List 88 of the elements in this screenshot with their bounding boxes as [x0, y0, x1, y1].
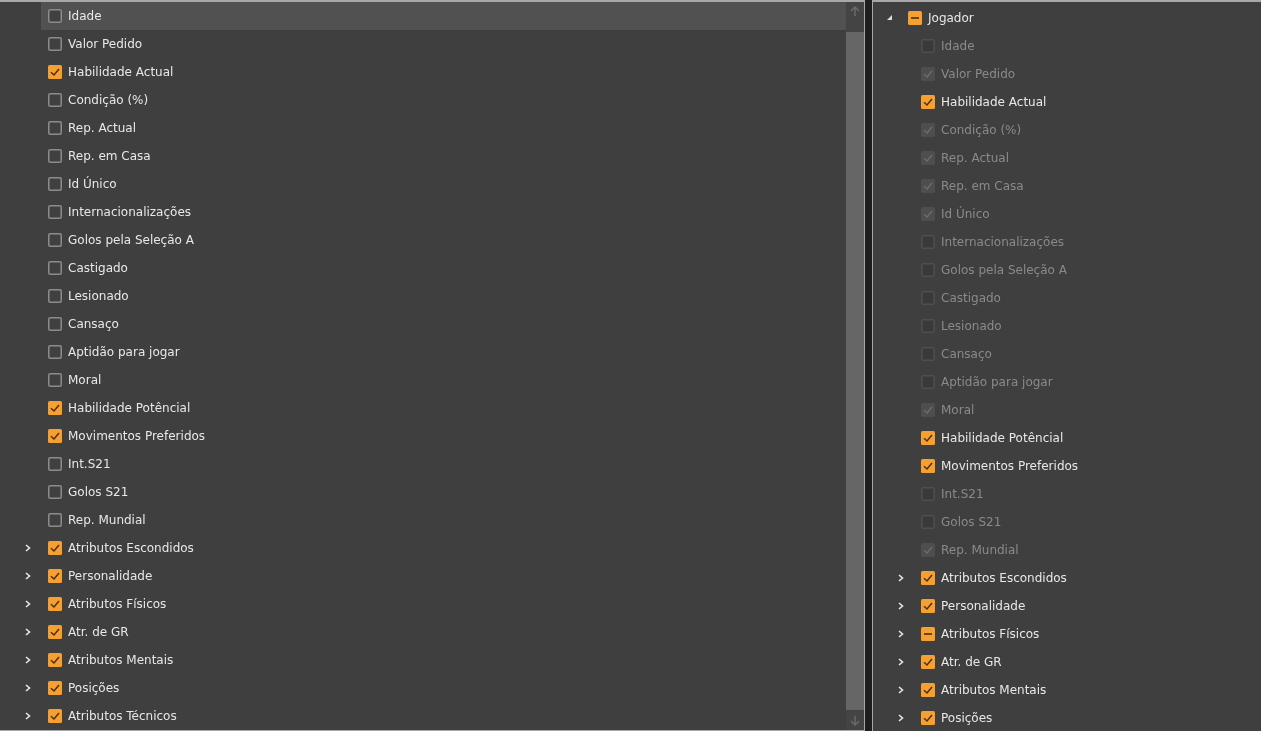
list-item[interactable]: Rep. em Casa — [41, 142, 846, 170]
checkbox[interactable] — [48, 205, 62, 219]
arrow-down-icon[interactable] — [849, 715, 861, 727]
checkbox[interactable] — [48, 317, 62, 331]
list-item[interactable]: Idade — [41, 2, 846, 30]
tree-item[interactable]: Movimentos Preferidos — [941, 459, 1079, 473]
list-item[interactable]: Atributos Técnicos — [41, 702, 846, 730]
chevron-right-icon[interactable] — [897, 686, 905, 694]
checkbox[interactable] — [908, 11, 922, 25]
list-item[interactable]: Condição (%) — [41, 86, 846, 114]
checkbox[interactable] — [48, 373, 62, 387]
checkbox[interactable] — [48, 625, 62, 639]
list-item[interactable]: Golos S21 — [41, 478, 846, 506]
checkbox[interactable] — [48, 653, 62, 667]
list-item[interactable]: Posições — [41, 674, 846, 702]
checkbox[interactable] — [48, 401, 62, 415]
checkbox[interactable] — [921, 711, 935, 725]
tree-item[interactable]: Atributos Físicos — [941, 627, 1040, 641]
list-item[interactable]: Atributos Físicos — [41, 590, 846, 618]
list-item[interactable]: Castigado — [41, 254, 846, 282]
chevron-right-icon[interactable] — [897, 714, 905, 722]
list-item[interactable]: Rep. Actual — [41, 114, 846, 142]
list-item[interactable]: Lesionado — [41, 282, 846, 310]
checkbox[interactable] — [48, 709, 62, 723]
checkbox[interactable] — [921, 683, 935, 697]
expanded-arrow-icon[interactable] — [886, 14, 894, 22]
list-item[interactable]: Internacionalizações — [41, 198, 846, 226]
checkbox[interactable] — [48, 65, 62, 79]
checkbox[interactable] — [921, 95, 935, 109]
checkbox[interactable] — [48, 345, 62, 359]
checkbox[interactable] — [48, 569, 62, 583]
checkbox[interactable] — [921, 459, 935, 473]
list-item[interactable]: Valor Pedido — [41, 30, 846, 58]
chevron-right-icon[interactable] — [24, 628, 32, 636]
chevron-right-icon[interactable] — [24, 684, 32, 692]
checkbox[interactable] — [921, 627, 935, 641]
tree-item[interactable]: Atributos Escondidos — [941, 571, 1067, 585]
list-item[interactable]: Habilidade Actual — [41, 58, 846, 86]
chevron-right-icon[interactable] — [897, 602, 905, 610]
chevron-right-icon[interactable] — [24, 544, 32, 552]
list-item[interactable]: Atr. de GR — [41, 618, 846, 646]
arrow-up-icon[interactable] — [849, 5, 861, 17]
checkbox[interactable] — [921, 571, 935, 585]
checkbox[interactable] — [48, 513, 62, 527]
list-item[interactable]: Int.S21 — [41, 450, 846, 478]
list-item[interactable]: Movimentos Preferidos — [41, 422, 846, 450]
tree-item[interactable]: Personalidade — [941, 599, 1026, 613]
chevron-right-icon[interactable] — [24, 600, 32, 608]
checkbox[interactable] — [921, 431, 935, 445]
tree-item[interactable]: Atributos Mentais — [941, 683, 1047, 697]
tree-item[interactable]: Posições — [941, 711, 993, 725]
checkbox[interactable] — [48, 93, 62, 107]
checkbox[interactable] — [48, 177, 62, 191]
checkbox[interactable] — [48, 9, 62, 23]
tree-item[interactable]: Atr. de GR — [941, 655, 1002, 669]
checkbox[interactable] — [48, 149, 62, 163]
list-item[interactable]: Cansaço — [41, 310, 846, 338]
checkbox[interactable] — [48, 485, 62, 499]
checkbox[interactable] — [48, 261, 62, 275]
chevron-right-icon[interactable] — [24, 656, 32, 664]
chevron-right-icon[interactable] — [24, 572, 32, 580]
checkbox[interactable] — [48, 233, 62, 247]
list-item[interactable]: Habilidade Potêncial — [41, 394, 846, 422]
chevron-right-icon[interactable] — [897, 630, 905, 638]
checkbox[interactable] — [48, 37, 62, 51]
checkbox[interactable] — [48, 289, 62, 303]
checkbox[interactable] — [921, 599, 935, 613]
list-item[interactable]: Id Único — [41, 170, 846, 198]
checkbox[interactable] — [48, 597, 62, 611]
checkbox[interactable] — [48, 541, 62, 555]
list-item[interactable]: Personalidade — [41, 562, 846, 590]
list-item[interactable]: Moral — [41, 366, 846, 394]
chevron-right-icon[interactable] — [897, 574, 905, 582]
checkbox[interactable] — [48, 121, 62, 135]
checkbox[interactable] — [48, 457, 62, 471]
checkbox[interactable] — [48, 429, 62, 443]
list-item[interactable]: Rep. Mundial — [41, 506, 846, 534]
list-item[interactable]: Atributos Mentais — [41, 646, 846, 674]
chevron-right-icon[interactable] — [897, 658, 905, 666]
chevron-right-icon[interactable] — [24, 712, 32, 720]
tree-item[interactable]: Jogador — [928, 11, 974, 25]
list-item[interactable]: Golos pela Seleção A — [41, 226, 846, 254]
list-item[interactable]: Aptidão para jogar — [41, 338, 846, 366]
tree-item[interactable]: Habilidade Potêncial — [941, 431, 1064, 445]
tree-item[interactable]: Habilidade Actual — [941, 95, 1047, 109]
list-item[interactable]: Atributos Escondidos — [41, 534, 846, 562]
checkbox[interactable] — [921, 655, 935, 669]
checkbox[interactable] — [48, 681, 62, 695]
